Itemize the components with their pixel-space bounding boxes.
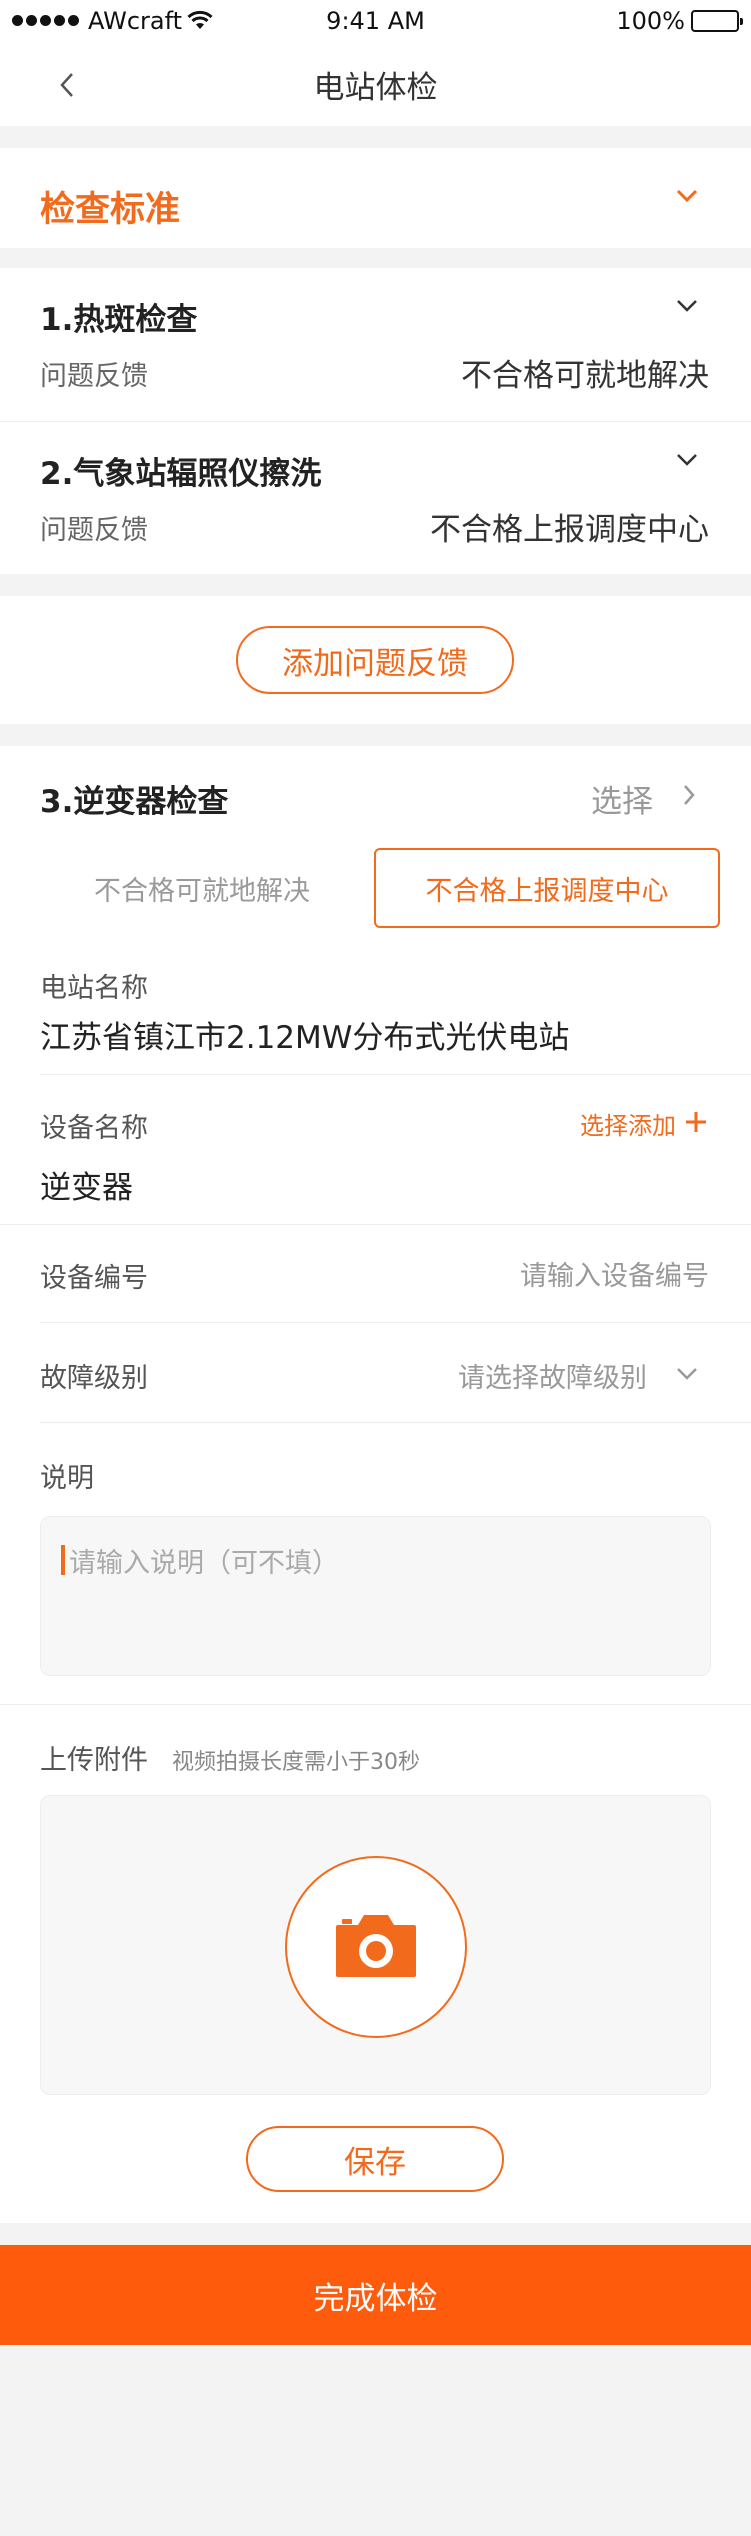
device-name-label: 设备名称 bbox=[40, 1113, 148, 1144]
battery-percent: 100% bbox=[616, 7, 685, 35]
fault-level-select[interactable]: 请选择故障级别 bbox=[458, 1356, 647, 1395]
device-number-label: 设备编号 bbox=[40, 1263, 148, 1294]
divider bbox=[0, 421, 751, 422]
chevron-right-icon[interactable] bbox=[682, 784, 696, 810]
option-report-dispatch[interactable]: 不合格上报调度中心 bbox=[374, 848, 720, 928]
plus-icon bbox=[684, 1110, 708, 1138]
chevron-down-icon[interactable] bbox=[676, 1366, 698, 1385]
battery-icon bbox=[691, 10, 743, 32]
divider bbox=[40, 1322, 751, 1323]
device-name-value: 逆变器 bbox=[40, 1170, 133, 1206]
description-label: 说明 bbox=[40, 1463, 94, 1494]
select-label[interactable]: 选择 bbox=[591, 776, 653, 821]
page-title: 电站体检 bbox=[313, 70, 438, 106]
divider bbox=[40, 1422, 751, 1423]
feedback-value: 不合格上报调度中心 bbox=[430, 512, 709, 548]
inverter-title: 3.逆变器检查 bbox=[40, 784, 229, 820]
feedback-label: 问题反馈 bbox=[40, 361, 148, 392]
text-caret bbox=[61, 1545, 65, 1575]
add-feedback-section: 添加问题反馈 bbox=[0, 596, 751, 724]
camera-button[interactable] bbox=[285, 1856, 467, 2038]
station-name-value: 江苏省镇江市2.12MW分布式光伏电站 bbox=[40, 1020, 570, 1056]
item-title: 1.热斑检查 bbox=[40, 302, 198, 338]
finish-inspection-button[interactable]: 完成体检 bbox=[0, 2245, 751, 2345]
fault-level-label: 故障级别 bbox=[40, 1363, 148, 1394]
chevron-down-icon[interactable] bbox=[675, 188, 699, 208]
nav-bar: 电站体检 bbox=[0, 44, 751, 126]
upload-label: 上传附件 bbox=[40, 1745, 148, 1776]
upload-hint: 视频拍摄长度需小于30秒 bbox=[172, 1750, 420, 1775]
status-bar: AWcraft 9:41 AM 100% bbox=[0, 0, 751, 44]
feedback-value: 不合格可就地解决 bbox=[461, 358, 709, 394]
add-feedback-button[interactable]: 添加问题反馈 bbox=[236, 626, 514, 694]
standards-header[interactable]: 检查标准 bbox=[0, 148, 751, 248]
upload-area[interactable] bbox=[40, 1795, 711, 2095]
divider bbox=[40, 1074, 751, 1075]
option-resolve-onsite[interactable]: 不合格可就地解决 bbox=[30, 848, 374, 928]
standards-title: 检查标准 bbox=[40, 190, 181, 230]
inspection-items: 1.热斑检查 问题反馈 不合格可就地解决 2.气象站辐照仪擦洗 问题反馈 不合格… bbox=[0, 268, 751, 574]
description-textarea[interactable]: 请输入说明（可不填） bbox=[40, 1516, 711, 1676]
feedback-label: 问题反馈 bbox=[40, 515, 148, 546]
add-device-button[interactable]: 选择添加 bbox=[580, 1106, 708, 1141]
chevron-down-icon[interactable] bbox=[676, 452, 698, 471]
add-device-label: 选择添加 bbox=[580, 1112, 676, 1140]
camera-icon bbox=[334, 1911, 418, 1983]
divider bbox=[0, 1704, 751, 1705]
divider bbox=[0, 1224, 751, 1225]
device-number-input[interactable]: 请输入设备编号 bbox=[520, 1254, 709, 1293]
chevron-down-icon[interactable] bbox=[676, 298, 698, 317]
description-placeholder: 请输入说明（可不填） bbox=[69, 1548, 339, 1579]
item-title: 2.气象站辐照仪擦洗 bbox=[40, 456, 322, 492]
station-name-label: 电站名称 bbox=[40, 973, 148, 1004]
save-button[interactable]: 保存 bbox=[246, 2126, 504, 2192]
